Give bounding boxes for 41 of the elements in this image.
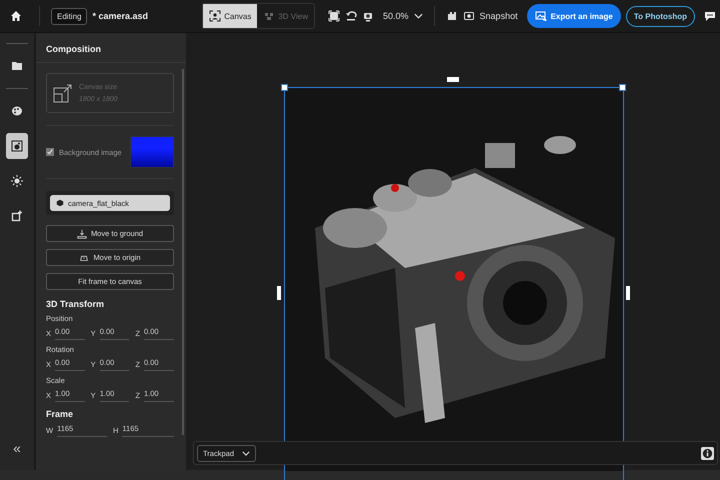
- palette-icon: [11, 105, 23, 117]
- scroll-bar[interactable]: [182, 69, 184, 435]
- home-icon[interactable]: [10, 10, 22, 22]
- chevron-down-icon[interactable]: [414, 13, 423, 19]
- export-icon: [11, 210, 23, 222]
- comment-icon[interactable]: [704, 10, 716, 22]
- image-icon: [11, 140, 23, 152]
- section-title: 3D Transform: [46, 299, 106, 309]
- info-icon[interactable]: [701, 446, 714, 460]
- snapshot-icon[interactable]: [462, 10, 475, 22]
- mode-badge: Editing: [51, 8, 88, 24]
- panel-title: Composition: [36, 33, 186, 63]
- image-icon: [534, 10, 547, 22]
- section-title: Frame: [46, 409, 74, 419]
- file-name: * camera.asd: [92, 11, 148, 21]
- grid-icon[interactable]: [446, 10, 458, 22]
- collapse-button[interactable]: «: [13, 440, 21, 456]
- camera-settings-icon[interactable]: [362, 10, 374, 22]
- undo-icon[interactable]: [345, 10, 358, 22]
- corner-handle[interactable]: [281, 84, 288, 91]
- folder-icon: [11, 60, 23, 72]
- resize-handle[interactable]: [447, 77, 459, 82]
- corner-handle[interactable]: [619, 84, 626, 91]
- download-icon: [76, 228, 87, 238]
- resize-handle[interactable]: [277, 286, 281, 300]
- to-photoshop-button[interactable]: To Photoshop: [626, 6, 695, 26]
- sun-icon: [11, 175, 23, 187]
- export-image-button[interactable]: Export an image: [526, 4, 621, 28]
- cubes-icon: [263, 10, 276, 22]
- cube-icon: [56, 199, 64, 207]
- frame-icon: [209, 10, 222, 22]
- snapshot-button[interactable]: Snapshot: [480, 11, 518, 21]
- resize-icon: [53, 83, 73, 103]
- view-tab[interactable]: Canvas: [203, 4, 258, 28]
- background-swatch[interactable]: [130, 136, 174, 168]
- fit-screen-icon[interactable]: [328, 10, 340, 22]
- sidebar-item[interactable]: [6, 133, 28, 159]
- checkbox[interactable]: [46, 148, 54, 156]
- resize-handle[interactable]: [626, 286, 630, 300]
- zoom-level[interactable]: 50.0%: [383, 11, 409, 21]
- chevron-down-icon: [242, 450, 250, 456]
